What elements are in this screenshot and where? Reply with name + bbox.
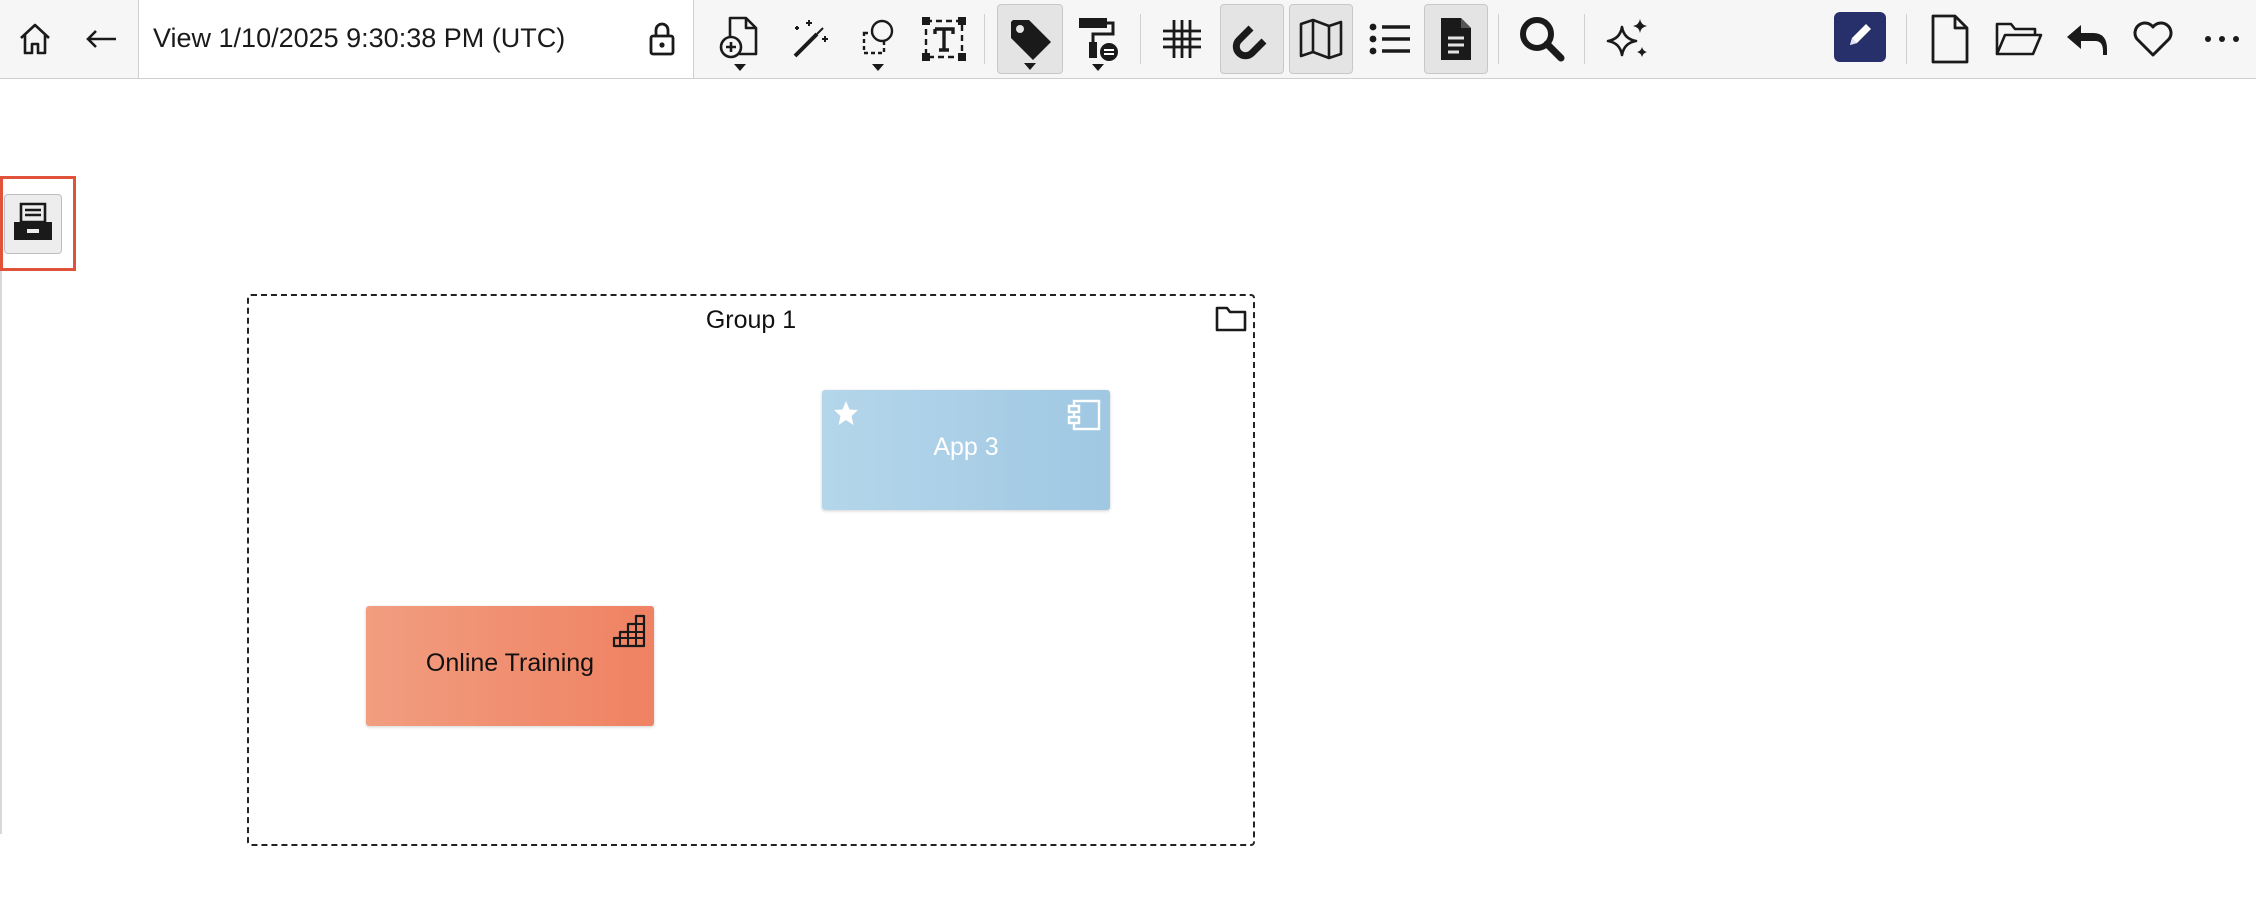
- magic-wand-icon: [787, 16, 833, 62]
- view-title: View 1/10/2025 9:30:38 PM (UTC): [153, 23, 566, 53]
- tag-icon: [1007, 16, 1053, 62]
- list-icon: [1368, 19, 1412, 59]
- new-file-button[interactable]: [1920, 4, 1980, 74]
- home-icon: [15, 19, 55, 59]
- component-icon: [1066, 398, 1102, 437]
- search-icon: [1517, 14, 1567, 64]
- edit-button[interactable]: [1834, 12, 1886, 62]
- add-document-icon: [716, 14, 764, 64]
- folder-icon: [1215, 304, 1247, 337]
- open-folder-icon: [1995, 18, 2043, 60]
- sparkles-icon: [1604, 15, 1652, 63]
- toolbar-separator: [984, 14, 985, 64]
- map-icon: [1297, 16, 1345, 62]
- document-button[interactable]: [1424, 4, 1488, 74]
- caret-down-icon: [1092, 64, 1104, 71]
- home-button[interactable]: [10, 4, 60, 74]
- more-button[interactable]: [2194, 4, 2250, 74]
- caret-down-icon: [872, 64, 884, 71]
- group-title: Group 1: [705, 306, 797, 334]
- back-button[interactable]: [78, 4, 126, 74]
- map-button[interactable]: [1289, 4, 1353, 74]
- star-icon: [832, 399, 860, 432]
- tag-button[interactable]: [997, 4, 1063, 74]
- caret-down-icon: [734, 64, 746, 71]
- open-folder-button[interactable]: [1988, 4, 2050, 74]
- canvas-left-border: [0, 190, 2, 834]
- stairs-icon: [612, 614, 646, 653]
- lock-icon[interactable]: [645, 20, 679, 63]
- toolbar-separator: [1498, 14, 1499, 64]
- toolbar-separator: [1906, 14, 1907, 64]
- inbox-tray-icon: [11, 200, 55, 249]
- magnet-button[interactable]: [1220, 4, 1284, 74]
- text-box-button[interactable]: [916, 4, 972, 74]
- group-container[interactable]: Group 1: [247, 294, 1255, 846]
- palette-button[interactable]: [4, 194, 62, 254]
- format-painter-icon: [1073, 14, 1123, 64]
- view-title-field[interactable]: View 1/10/2025 9:30:38 PM (UTC): [138, 0, 694, 79]
- grid-button[interactable]: [1152, 4, 1212, 74]
- format-painter-button[interactable]: [1068, 4, 1128, 74]
- add-document-button[interactable]: [712, 4, 768, 74]
- more-icon: [2202, 33, 2242, 45]
- back-arrow-icon: [82, 19, 122, 59]
- reply-icon: [2063, 19, 2109, 59]
- shapes-button[interactable]: [850, 4, 906, 74]
- element-label: Online Training: [425, 649, 595, 677]
- capability-element[interactable]: Online Training: [366, 606, 654, 726]
- element-label: App 3: [933, 433, 999, 461]
- toolbar-separator: [1584, 14, 1585, 64]
- toolbar-separator: [1140, 14, 1141, 64]
- reply-button[interactable]: [2056, 4, 2116, 74]
- application-element[interactable]: App 3: [822, 390, 1110, 510]
- list-button[interactable]: [1360, 4, 1420, 74]
- favorite-button[interactable]: [2122, 4, 2184, 74]
- new-file-icon: [1929, 14, 1971, 64]
- magic-wand-button[interactable]: [782, 4, 838, 74]
- toolbar: View 1/10/2025 9:30:38 PM (UTC): [0, 0, 2256, 79]
- heart-icon: [2131, 19, 2175, 59]
- text-box-icon: [920, 15, 968, 63]
- document-icon: [1437, 16, 1475, 62]
- search-button[interactable]: [1512, 4, 1572, 74]
- magnet-icon: [1230, 17, 1274, 61]
- shapes-icon: [856, 15, 900, 63]
- caret-down-icon: [1024, 63, 1036, 70]
- grid-icon: [1159, 16, 1205, 62]
- sparkles-button[interactable]: [1598, 4, 1658, 74]
- edit-pencil-icon: [1844, 19, 1876, 56]
